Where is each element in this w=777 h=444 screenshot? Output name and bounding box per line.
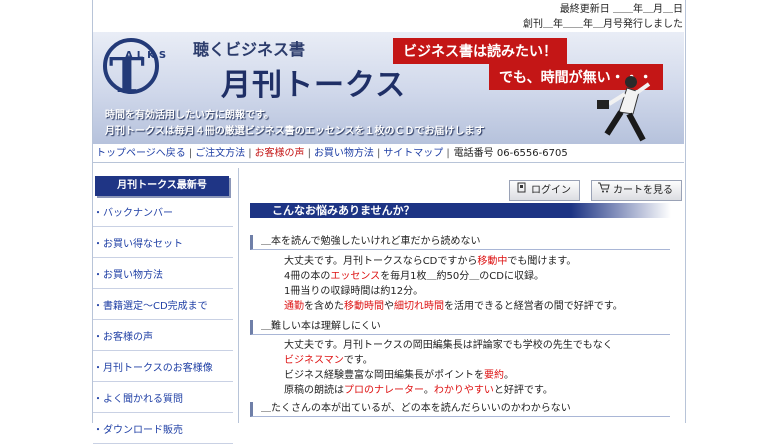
cart-icon	[598, 181, 610, 200]
update-info: 最終更新日 ＿＿年＿月＿日 創刊＿年＿＿年＿月号発行しました	[523, 2, 683, 32]
answer-highlight: ビジネスマン	[284, 355, 344, 366]
banner-subtitle: 聴くビジネス書	[193, 40, 306, 59]
login-button[interactable]: ログイン	[509, 180, 580, 201]
sidebar-item-voice[interactable]: お客様の声	[93, 326, 233, 351]
answer-text: を含めた	[304, 301, 344, 312]
answer-text: ビジネス経験豊富な岡田編集長がポイントを	[284, 370, 484, 381]
runner-image	[597, 76, 651, 142]
nav-top[interactable]: トップページへ戻る	[93, 148, 189, 159]
faq-question-2: ＿難しい本は理解しにくい	[250, 320, 670, 335]
answer-highlight: エッセンス	[330, 271, 381, 282]
cart-button[interactable]: カートを見る	[591, 180, 682, 201]
nav-sitemap[interactable]: サイトマップ	[380, 148, 446, 159]
answer-text: 1冊当りの収録時間は約12分。	[284, 286, 424, 297]
answer-text: でも聞けます。	[507, 256, 577, 267]
banner-desc-line-2: 月刊トークスは毎月４冊の厳選ビジネス書のエッセンスを１枚のＣＤでお届けします	[105, 126, 485, 137]
logo-small-text: ALKS	[125, 50, 171, 61]
banner-catch-1: ビジネス書は読みたい！	[393, 38, 567, 64]
top-nav: トップページへ戻る | ご注文方法 | お客様の声 | お買い物方法 | サイトマップ | 電話番号…	[93, 146, 684, 163]
answer-text: 大丈夫です。月刊トークスの岡田編集長は評論家でも学校の先生でもなく	[284, 340, 613, 351]
answer-highlight: 移動中	[477, 256, 508, 267]
sidebar-item-backnumber[interactable]: バックナンバー	[93, 202, 233, 227]
answer-text: を活用できると経営者の間で好評です。	[444, 301, 623, 312]
column-divider	[238, 168, 239, 423]
login-icon	[516, 181, 528, 200]
faq-answer-1: 大丈夫です。月刊トークスならCDですから移動中でも聞けます。 4冊の本のエッセン…	[284, 254, 623, 314]
header-banner: T ALKS 聴くビジネス書 月刊トークス ビジネス書は読みたい！ でも、時間が…	[93, 32, 684, 144]
sidebar-latest-issue[interactable]: 月刊トークス最新号	[95, 176, 229, 196]
faq-answer-2: 大丈夫です。月刊トークスの岡田編集長は評論家でも学校の先生でもなく ビジネスマン…	[284, 338, 613, 398]
sidebar-item-shopping[interactable]: お買い物方法	[93, 264, 233, 289]
answer-text: や	[384, 301, 394, 312]
sidebar: 月刊トークス最新号 バックナンバー お買い得なセット お買い物方法 書籍選定～C…	[93, 176, 233, 444]
answer-text: 。	[423, 385, 434, 396]
founded-info: 創刊＿年＿＿年＿月号発行しました	[523, 19, 683, 30]
answer-text: 4冊の本の	[284, 271, 331, 282]
login-label: ログイン	[531, 185, 571, 196]
sidebar-item-production[interactable]: 書籍選定～CD完成まで	[93, 295, 233, 320]
answer-highlight: 通勤	[284, 301, 304, 312]
sidebar-item-customers[interactable]: 月刊トークスのお客様像	[93, 357, 233, 382]
answer-text: です。	[343, 355, 373, 366]
faq-question-1: ＿本を読んで勉強したいけれど車だから読めない	[250, 235, 670, 250]
answer-text: を毎月1枚＿約50分＿のCDに収録。	[380, 271, 544, 282]
banner-title: 月刊トークス	[221, 68, 407, 103]
banner-description: 時間を有効活用したい方に朗報です。 月刊トークスは毎月４冊の厳選ビジネス書のエッ…	[105, 108, 485, 140]
banner-desc-line-1: 時間を有効活用したい方に朗報です。	[105, 110, 274, 121]
answer-text: 。	[504, 370, 514, 381]
faq-question-3: ＿たくさんの本が出ているが、どの本を読んだらいいのかわからない	[250, 402, 670, 417]
sidebar-item-faq[interactable]: よく聞かれる質問	[93, 388, 233, 413]
answer-highlight: プロのナレーター	[344, 385, 424, 396]
sidebar-item-sets[interactable]: お買い得なセット	[93, 233, 233, 258]
answer-text: 原稿の朗読は	[284, 385, 344, 396]
answer-highlight: 細切れ時間	[394, 301, 444, 312]
section-heading: こんなお悩みありませんか？	[250, 203, 671, 218]
cart-label: カートを見る	[613, 185, 673, 196]
answer-text: 大丈夫です。月刊トークスならCDですから	[284, 256, 478, 267]
answer-highlight: わかりやすい	[433, 385, 494, 396]
answer-text: と好評です。	[493, 385, 553, 396]
logo[interactable]: T ALKS	[103, 38, 166, 100]
nav-order[interactable]: ご注文方法	[192, 148, 248, 159]
answer-highlight: 移動時間	[344, 301, 384, 312]
phone-number: 電話番号 06-6556-6705	[453, 148, 568, 159]
answer-highlight: 要約	[484, 370, 504, 381]
nav-voice[interactable]: お客様の声	[252, 148, 308, 159]
last-updated: 最終更新日 ＿＿年＿月＿日	[559, 4, 683, 15]
nav-shopping[interactable]: お買い物方法	[311, 148, 377, 159]
